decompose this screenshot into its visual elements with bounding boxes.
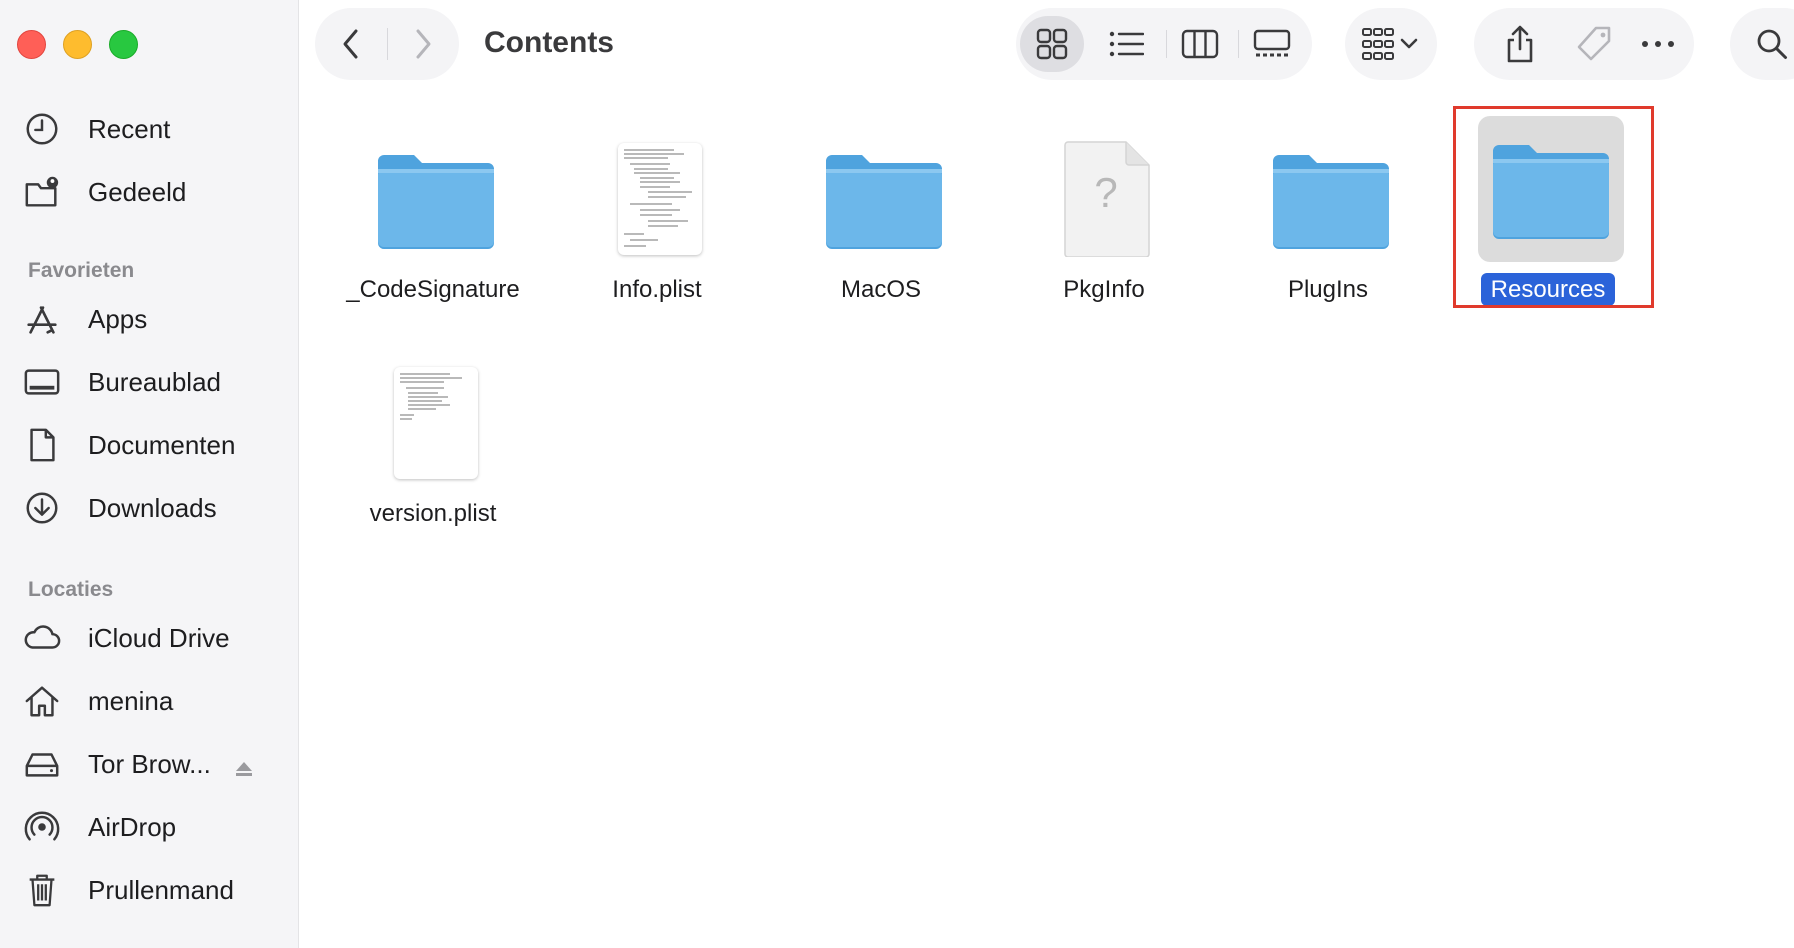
group-icon [1362,28,1418,60]
search-control [1730,8,1794,80]
folder-icon [363,126,509,272]
sidebar-item-label: Prullenmand [88,874,234,905]
favorites-header: Favorieten [28,259,135,282]
trash-icon [22,870,62,910]
icon-view-button[interactable] [1020,16,1084,72]
file-name: PlugIns [1287,276,1369,303]
navigation-controls [315,8,459,80]
sidebar-item-label: Downloads [88,492,217,523]
sidebar-item-home[interactable]: menina [22,675,282,727]
file-item-codesignature[interactable]: _CodeSignature [323,126,523,326]
cloud-icon [22,618,62,658]
unknown-file-icon: ? [1034,126,1180,272]
sidebar-item-trash[interactable]: Prullenmand [22,864,282,916]
sidebar-item-label: Recent [88,113,171,144]
window-title: Contents [484,26,614,59]
search-icon [1757,29,1787,59]
chevron-right-icon [416,29,431,59]
file-item-plugins[interactable]: PlugIns [1218,126,1418,326]
sidebar-item-label: Bureaublad [88,366,221,397]
file-name: MacOS [840,276,921,303]
sidebar-item-label: Apps [88,303,148,334]
sidebar-item-downloads[interactable]: Downloads [22,482,282,534]
file-name: PkgInfo [1063,276,1145,303]
gallery-icon [1253,29,1291,57]
list-view-button[interactable] [1094,16,1158,72]
search-button[interactable] [1744,16,1794,72]
grid-icon [1036,28,1068,60]
zoom-window-button[interactable] [109,30,138,59]
action-controls [1474,8,1694,80]
file-name: Info.plist [612,276,702,303]
share-button[interactable] [1492,16,1548,72]
document-icon [22,425,62,465]
sidebar-item-label: AirDrop [88,811,177,842]
tag-icon [1577,26,1611,61]
sidebar-item-airdrop[interactable]: AirDrop [22,801,282,853]
view-mode-control [1016,8,1312,80]
file-name: _CodeSignature [346,276,520,303]
document-thumbnail-icon [587,126,733,272]
divider [1166,30,1167,58]
file-item-pkginfo[interactable]: ? PkgInfo [994,126,1194,326]
close-window-button[interactable] [17,30,46,59]
sidebar: Recent Gedeeld Favorieten Apps Bureaubla… [0,0,299,948]
drive-icon [22,744,62,784]
apps-icon [22,299,62,339]
chevron-left-icon [343,29,358,59]
sidebar-item-label: Gedeeld [88,176,187,207]
svg-text:?: ? [1094,169,1117,216]
document-thumbnail-icon [363,350,509,496]
sidebar-item-label: Tor Brow... [88,748,211,779]
folder-icon [811,126,957,272]
list-icon [1109,31,1144,57]
sidebar-item-label: Documenten [88,429,236,460]
sidebar-item-shared[interactable]: Gedeeld [22,166,282,218]
home-icon [22,681,62,721]
share-icon [1507,25,1533,63]
group-by-button[interactable] [1345,8,1437,80]
sidebar-item-desktop[interactable]: Bureaublad [22,356,282,408]
column-view-button[interactable] [1168,16,1232,72]
divider [1238,30,1239,58]
shared-folder-icon [22,172,62,212]
columns-icon [1181,29,1219,59]
locations-header: Locaties [28,578,114,601]
file-name: version.plist [369,500,497,527]
sidebar-item-label: iCloud Drive [88,622,230,653]
ellipsis-icon [1642,41,1674,47]
highlight-box [1453,106,1654,308]
back-button[interactable] [315,8,387,80]
eject-icon[interactable] [234,759,254,779]
more-button[interactable] [1630,16,1686,72]
minimize-window-button[interactable] [63,30,92,59]
forward-button[interactable] [387,8,459,80]
sidebar-item-apps[interactable]: Apps [22,293,282,345]
folder-icon [1258,126,1404,272]
clock-icon [22,109,62,149]
sidebar-item-documents[interactable]: Documenten [22,419,282,471]
download-icon [22,488,62,528]
sidebar-item-label: menina [88,685,174,716]
file-item-version-plist[interactable]: version.plist [323,350,523,550]
file-item-macos[interactable]: MacOS [771,126,971,326]
desktop-icon [22,362,62,402]
airdrop-icon [22,807,62,847]
sidebar-item-icloud[interactable]: iCloud Drive [22,612,282,664]
gallery-view-button[interactable] [1240,16,1304,72]
sidebar-item-recent[interactable]: Recent [22,103,282,155]
file-item-info-plist[interactable]: Info.plist [547,126,747,326]
tag-button[interactable] [1566,16,1622,72]
